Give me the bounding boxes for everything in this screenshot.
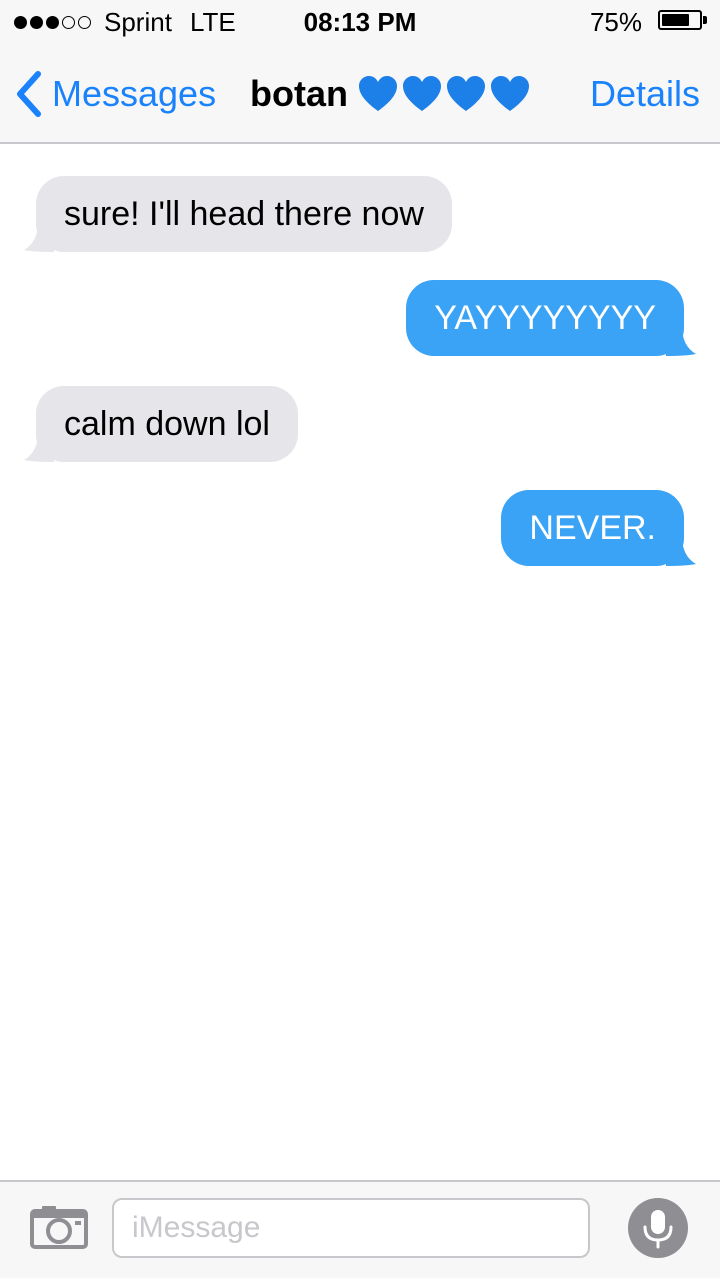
bubble-tail-icon xyxy=(24,222,54,252)
blue-heart-icon xyxy=(446,76,485,111)
battery-terminal xyxy=(703,16,707,24)
bubble-tail-icon xyxy=(666,326,696,356)
message-text: NEVER. xyxy=(529,509,656,547)
chevron-left-icon xyxy=(14,70,42,118)
contact-emoji-group xyxy=(358,75,534,113)
message-input-bar xyxy=(0,1180,720,1278)
sent-message-bubble[interactable]: YAYYYYYYYY xyxy=(406,280,696,356)
message-text: sure! I'll head there now xyxy=(64,195,424,233)
message-text: calm down lol xyxy=(64,405,270,443)
camera-icon xyxy=(30,1206,88,1249)
camera-button[interactable] xyxy=(30,1204,88,1250)
battery-icon xyxy=(658,10,702,30)
battery-level xyxy=(662,14,689,26)
sent-message-bubble[interactable]: NEVER. xyxy=(501,490,696,566)
microphone-button[interactable] xyxy=(628,1198,688,1258)
messages-screen: Sprint LTE 08:13 PM 75% Messages botan D… xyxy=(0,0,720,1278)
bubble-tail-icon xyxy=(24,432,54,462)
bubble-tail-icon xyxy=(666,536,696,566)
status-bar: Sprint LTE 08:13 PM 75% xyxy=(0,0,720,44)
navigation-bar: Messages botan Details xyxy=(0,44,720,144)
details-button[interactable]: Details xyxy=(590,70,700,118)
received-message-bubble[interactable]: sure! I'll head there now xyxy=(24,176,452,252)
received-message-bubble[interactable]: calm down lol xyxy=(24,386,298,462)
contact-name: botan xyxy=(250,73,348,114)
contact-title[interactable]: botan xyxy=(250,70,534,118)
message-thread[interactable]: sure! I'll head there now YAYYYYYYYY cal… xyxy=(0,146,720,1180)
back-label: Messages xyxy=(52,73,217,114)
microphone-icon xyxy=(643,1210,673,1249)
blue-heart-icon xyxy=(402,76,441,111)
battery-percent: 75% xyxy=(589,7,642,37)
message-text: YAYYYYYYYY xyxy=(434,299,656,337)
blue-heart-icon xyxy=(490,76,529,111)
blue-heart-icon xyxy=(358,76,397,111)
imessage-input[interactable] xyxy=(112,1198,590,1258)
back-button[interactable]: Messages xyxy=(14,70,216,118)
